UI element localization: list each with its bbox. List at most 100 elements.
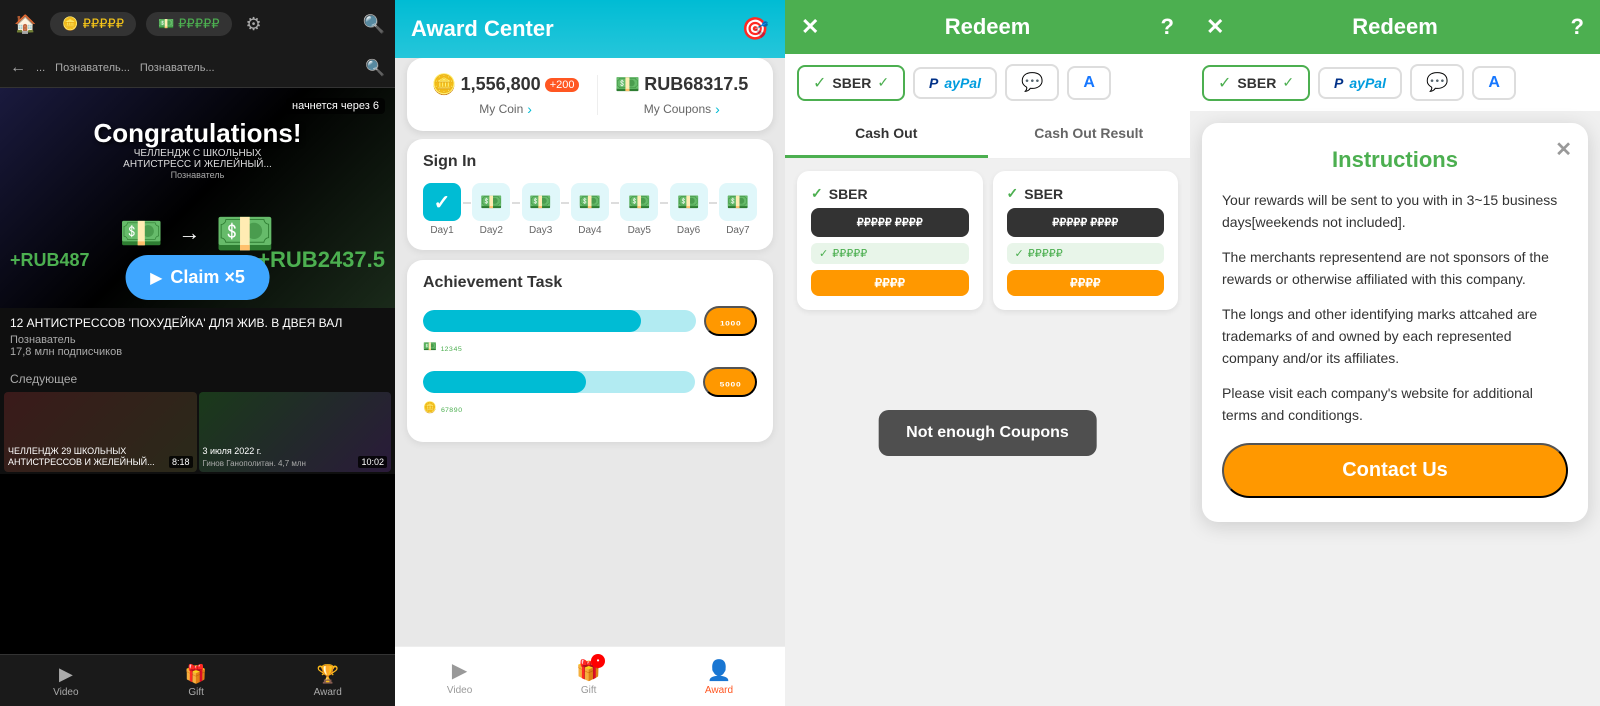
settings-icon[interactable]: ⚙ xyxy=(246,14,262,35)
contact-us-button[interactable]: Contact Us xyxy=(1222,443,1568,498)
not-enough-overlay: Not enough Coupons xyxy=(878,410,1097,456)
achievement-bar-row-2: ₅₀₀₀ xyxy=(423,367,757,397)
timer-badge: начнется через 6 xyxy=(286,98,385,114)
connector-4 xyxy=(611,202,619,204)
alipay-tab[interactable]: A xyxy=(1067,66,1111,100)
nav-search-icon[interactable]: 🔍 xyxy=(365,58,385,78)
p4-paypal-tab[interactable]: PayPal xyxy=(1318,67,1402,99)
cash-icon: 💵 xyxy=(615,72,640,97)
panel-instructions: ✕ Redeem ? ✓ SBER ✓ PayPal 💬 A ✕ Instruc… xyxy=(1190,0,1600,706)
sber-card-2-sub-icon: ✓ xyxy=(1015,247,1024,260)
cash-out-label: Cash Out xyxy=(855,125,917,141)
sber-card-1-btn[interactable]: ₽₽₽₽ xyxy=(811,270,969,296)
coin-arrow-icon: › xyxy=(527,101,532,117)
connector-6 xyxy=(709,202,717,204)
panel4-close-button[interactable]: ✕ xyxy=(1206,14,1224,40)
p4-sber-tab-label: SBER xyxy=(1237,75,1276,91)
award-nav-icon: 🏆 xyxy=(317,664,339,685)
day6-container: 💵 xyxy=(670,183,708,221)
day3-item[interactable]: 💵 Day3 xyxy=(522,183,560,236)
sber-card-2[interactable]: ✓ SBER ₽₽₽₽₽ ₽₽₽₽ ✓ ₽₽₽₽₽ ₽₽₽₽ xyxy=(993,171,1179,310)
achievement-coin-icon-2: 🪙 xyxy=(423,401,437,414)
claim-button[interactable]: ▶ Claim ×5 xyxy=(125,255,270,300)
p2-award-label: Award xyxy=(705,685,733,696)
p4-messenger-tab[interactable]: 💬 xyxy=(1410,64,1464,101)
thumb1-overlay: ЧЕЛЛЕНДЖ 29 ШКОЛЬНЫХ АНТИСТРЕССОВ И ЖЕЛЕ… xyxy=(8,446,193,468)
bottom-nav-video[interactable]: ▶ Video xyxy=(53,664,78,698)
day2-item[interactable]: 💵 Day2 xyxy=(472,183,510,236)
payment-tabs: ✓ SBER ✓ PayPal 💬 A xyxy=(785,54,1190,111)
sber-card-1[interactable]: ✓ SBER ₽₽₽₽₽ ₽₽₽₽ ✓ ₽₽₽₽₽ ₽₽₽₽ xyxy=(797,171,983,310)
panel4-header: ✕ Redeem ? xyxy=(1190,0,1600,54)
video-thumb-1[interactable]: ЧЕЛЛЕНДЖ 29 ШКОЛЬНЫХ АНТИСТРЕССОВ И ЖЕЛЕ… xyxy=(4,392,197,472)
alipay-icon: A xyxy=(1083,74,1095,92)
redeem-help-button[interactable]: ? xyxy=(1161,14,1174,40)
day4-item[interactable]: 💵 Day4 xyxy=(571,183,609,236)
day7-money-icon: 💵 xyxy=(727,192,749,213)
panel-award-center: Award Center 🎯 🪙 1,556,800 +200 My Coin … xyxy=(395,0,785,706)
panel-youtube: 🏠 🪙 ₽₽₽₽₽ 💵 ₽₽₽₽₽ ⚙ 🔍 ← ... Познаватель.… xyxy=(0,0,395,706)
paypal-text-icon: ayPal xyxy=(944,75,981,91)
panel2-bottom-nav: ▶ Video 🎁 • Gift 👤 Award xyxy=(395,646,785,706)
achievement-item-1: ₁₀₀₀ 💵 ₁₂₃₄₅ xyxy=(423,306,757,353)
sber-card-2-sub: ✓ ₽₽₽₽₽ xyxy=(1007,243,1165,264)
panel4-help-button[interactable]: ? xyxy=(1571,14,1584,40)
panel-redeem: ✕ Redeem ? ✓ SBER ✓ PayPal 💬 A Cash Out … xyxy=(785,0,1190,706)
video-channel: Познаватель xyxy=(171,170,225,180)
messenger-tab[interactable]: 💬 xyxy=(1005,64,1059,101)
cash-out-tab[interactable]: Cash Out xyxy=(785,111,988,158)
achievement-bar-row-1: ₁₀₀₀ xyxy=(423,306,757,336)
bottom-nav-gift[interactable]: 🎁 Gift xyxy=(185,664,207,698)
cash-arrow-icon: › xyxy=(715,101,720,117)
thumb1-duration: 8:18 xyxy=(169,456,193,468)
cash-display: 💵 ₽₽₽₽₽ xyxy=(146,12,232,36)
coin-label-row[interactable]: My Coin › xyxy=(479,101,532,117)
instructions-para-3: The longs and other identifying marks at… xyxy=(1222,303,1568,370)
p2-nav-award[interactable]: 👤 Award xyxy=(705,658,733,696)
coupon-label-row[interactable]: My Coupons › xyxy=(644,101,720,117)
paypal-tab[interactable]: PayPal xyxy=(913,67,997,99)
instructions-close-button[interactable]: ✕ xyxy=(1555,137,1572,162)
day7-item[interactable]: 💵 Day7 xyxy=(719,183,757,236)
sber-card-1-name: SBER xyxy=(829,186,868,202)
my-coupons-label: My Coupons xyxy=(644,102,711,116)
video-nav-icon: ▶ xyxy=(59,664,73,685)
award-center-icon[interactable]: 🎯 xyxy=(742,16,769,42)
p4-alipay-icon: A xyxy=(1488,74,1500,92)
redeem-close-button[interactable]: ✕ xyxy=(801,14,819,40)
sber-check-icon: ✓ xyxy=(877,74,889,91)
bottom-nav-award[interactable]: 🏆 Award xyxy=(314,664,342,698)
home-icon[interactable]: 🏠 xyxy=(10,10,40,39)
reward-right-amount: +RUB2437.5 xyxy=(257,247,385,273)
video-title: 12 АНТИСТРЕССОВ 'ПОХУДЕЙКА' ДЛЯ ЖИВ. В Д… xyxy=(10,316,385,330)
p4-alipay-tab[interactable]: A xyxy=(1472,66,1516,100)
day2-money-icon: 💵 xyxy=(480,192,502,213)
p2-nav-gift[interactable]: 🎁 • Gift xyxy=(576,658,601,696)
p4-sber-tab[interactable]: ✓ SBER ✓ xyxy=(1202,65,1310,101)
video-thumb-2[interactable]: 3 июля 2022 г. Гинов Ганополитан. 4,7 мл… xyxy=(199,392,392,472)
day6-item[interactable]: 💵 Day6 xyxy=(670,183,708,236)
day4-label: Day4 xyxy=(578,225,601,236)
achievement-claim-btn-1[interactable]: ₁₀₀₀ xyxy=(704,306,757,336)
gift-notification-badge: • xyxy=(591,654,605,668)
day4-money-icon: 💵 xyxy=(579,192,601,213)
sber-card-2-btn[interactable]: ₽₽₽₽ xyxy=(1007,270,1165,296)
panel1-bottom-nav: ▶ Video 🎁 Gift 🏆 Award xyxy=(0,654,395,706)
day5-item[interactable]: 💵 Day5 xyxy=(620,183,658,236)
coin-stat: 🪙 1,556,800 +200 My Coin › xyxy=(432,72,580,117)
channel-nav-text: ... xyxy=(36,62,45,74)
redeem-content: ✓ SBER ₽₽₽₽₽ ₽₽₽₽ ✓ ₽₽₽₽₽ ₽₽₽₽ ✓ SBER ₽₽… xyxy=(785,159,1190,706)
instructions-para-2: The merchants representend are not spons… xyxy=(1222,246,1568,291)
sber-tab[interactable]: ✓ SBER ✓ xyxy=(797,65,905,101)
back-button[interactable]: ← xyxy=(10,59,26,77)
day1-item[interactable]: ✓ Day1 xyxy=(423,183,461,236)
day7-label: Day7 xyxy=(726,225,749,236)
search-icon[interactable]: 🔍 xyxy=(363,14,385,35)
p2-nav-video[interactable]: ▶ Video xyxy=(447,658,472,696)
cash-out-result-tab[interactable]: Cash Out Result xyxy=(988,111,1191,158)
sber-card-2-name: SBER xyxy=(1024,186,1063,202)
achievement-claim-btn-2[interactable]: ₅₀₀₀ xyxy=(703,367,757,397)
p4-paypal-p: P xyxy=(1334,75,1343,91)
achievement-desc-2: 🪙 ₆₇₈₉₀ xyxy=(423,401,757,414)
achievement-item-2: ₅₀₀₀ 🪙 ₆₇₈₉₀ xyxy=(423,367,757,414)
